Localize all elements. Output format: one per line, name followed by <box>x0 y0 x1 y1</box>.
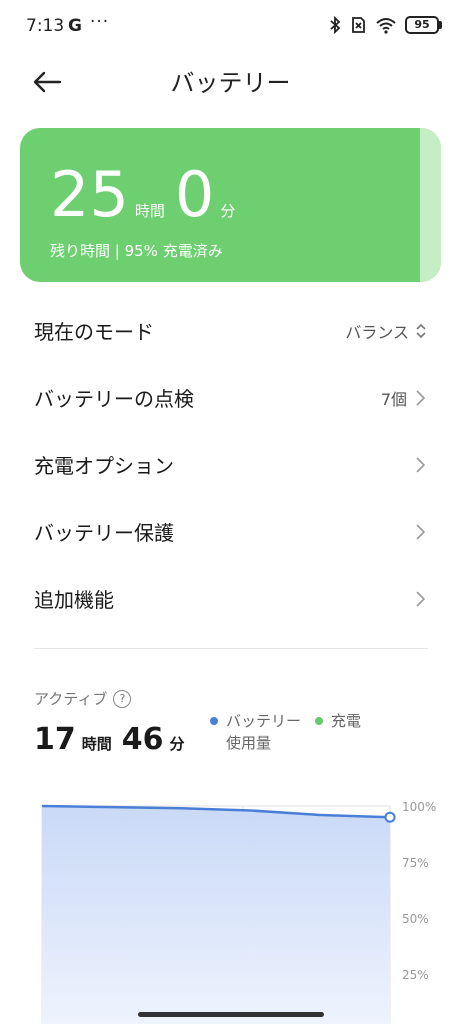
chart-legend: バッテリー 使用量 充電 <box>210 710 361 754</box>
active-label: アクティブ ? <box>34 688 132 709</box>
menu-item-label: バッテリーの点検 <box>34 387 194 411</box>
legend-charge-label: 充電 <box>331 712 362 730</box>
settings-menu: 現在のモード バランス バッテリーの点検 7個 充電オプション バッテリー保護 … <box>0 297 461 632</box>
legend-usage-line1: バッテリー <box>226 712 302 730</box>
app-header: バッテリー <box>0 58 461 104</box>
menu-item-battery-check[interactable]: バッテリーの点検 7個 <box>0 364 461 431</box>
legend-usage-line2: 使用量 <box>226 734 272 752</box>
remaining-minutes: 0 <box>174 158 215 231</box>
active-minutes: 46 <box>121 722 164 757</box>
battery-status-icon: 95 <box>405 16 442 34</box>
y-tick-label: 75% <box>402 856 429 870</box>
active-time: 17 時間 46 分 <box>34 722 195 757</box>
legend-charging: 充電 <box>315 710 361 754</box>
chevron-right-icon <box>416 389 426 406</box>
no-sim-icon <box>352 17 365 33</box>
home-indicator[interactable] <box>138 1012 324 1017</box>
chevron-up-down-icon <box>416 323 426 338</box>
active-minutes-unit: 分 <box>169 735 185 753</box>
status-bar: 7:13 G ··· 95 <box>0 0 461 56</box>
menu-item-label: 追加機能 <box>34 588 114 612</box>
menu-item-label: バッテリー保護 <box>34 521 174 545</box>
menu-item-battery-protection[interactable]: バッテリー保護 <box>0 498 461 565</box>
mode-value: バランス <box>345 322 409 342</box>
chevron-right-icon <box>416 456 426 473</box>
active-label-text: アクティブ <box>34 690 108 708</box>
legend-battery-usage: バッテリー 使用量 <box>210 710 301 754</box>
usage-dot <box>210 717 218 725</box>
menu-item-additional-features[interactable]: 追加機能 <box>0 565 461 632</box>
more-notifications-icon: ··· <box>90 12 110 32</box>
status-time: 7:13 <box>26 16 65 36</box>
chevron-right-icon <box>416 523 426 540</box>
y-tick-label: 50% <box>402 912 429 926</box>
charge-dot <box>315 717 324 725</box>
y-tick-label: 25% <box>402 968 429 982</box>
hours-unit: 時間 <box>134 202 165 220</box>
battery-usage-chart: 100% 75% 50% 25% <box>41 800 436 1024</box>
active-hours: 17 <box>34 722 76 757</box>
section-divider <box>34 648 428 649</box>
status-icons: 95 <box>329 16 442 34</box>
usage-area <box>42 806 390 1024</box>
wifi-icon <box>376 18 396 34</box>
battery-level-bar <box>419 128 441 282</box>
y-tick-label: 100% <box>402 800 436 814</box>
battery-subtitle: 残り時間 | 95% 充電済み <box>50 242 223 260</box>
menu-item-charging-options[interactable]: 充電オプション <box>0 431 461 498</box>
chevron-right-icon <box>416 590 426 607</box>
menu-item-label: 現在のモード <box>34 320 154 344</box>
remaining-hours: 25 <box>50 158 129 231</box>
menu-item-label: 充電オプション <box>34 454 174 478</box>
menu-item-current-mode[interactable]: 現在のモード バランス <box>0 297 461 364</box>
page-title: バッテリー <box>170 69 291 97</box>
active-hours-unit: 時間 <box>81 735 112 753</box>
help-icon[interactable]: ? <box>113 689 132 708</box>
remaining-time: 25 時間 0 分 <box>50 164 245 226</box>
battery-remaining-card: 25 時間 0 分 残り時間 | 95% 充電済み <box>20 128 441 282</box>
current-level-point <box>384 811 396 823</box>
bluetooth-icon <box>330 16 341 34</box>
check-count: 7個 <box>380 389 407 409</box>
google-icon: G <box>68 16 82 36</box>
minutes-unit: 分 <box>220 202 236 220</box>
